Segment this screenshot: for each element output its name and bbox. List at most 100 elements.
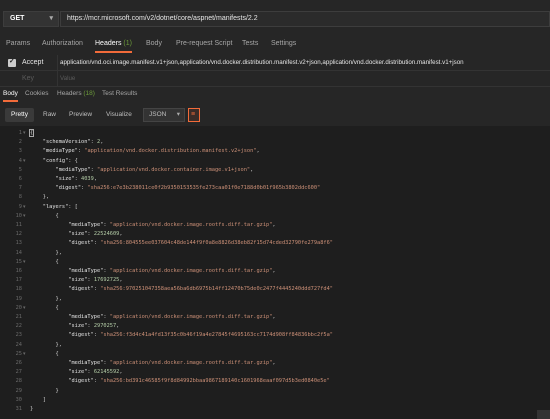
wrap-lines-button[interactable]: ≡ [188,108,200,122]
request-bar: GET ▾ https://mcr.microsoft.com/v2/dotne… [0,0,550,37]
tab-settings[interactable]: Settings [271,37,296,53]
tab-response-headers[interactable]: Headers (18) [57,88,95,102]
code-token: "schemaVersion" [42,139,91,146]
scrollbar-corner[interactable] [537,410,550,419]
tab-label: Pre-request Script [176,40,233,47]
fold-arrow-icon[interactable]: ▾ [23,203,28,212]
format-label: JSON [149,111,167,118]
tab-test-results[interactable]: Test Results [102,88,137,102]
line-number: 5 [18,166,22,173]
response-body-editor[interactable]: 1 ▾{2 "schemaVersion": 2, 3 "mediaType": "… [0,126,550,419]
code-line: "size": 4039, [30,175,98,184]
code-line: "size": 2970257, [30,322,119,331]
code-token: , [119,369,123,376]
code-token: "layers" [42,203,69,210]
code-line: } [30,387,59,396]
line-number: 23 [15,332,22,339]
tab-tests[interactable]: Tests [242,37,258,53]
tab-headers[interactable]: Headers (1) [95,37,132,53]
code-token: "application/vnd.docker.image.rootfs.dif… [109,314,273,320]
line-number: 24 [15,341,22,348]
tab-body[interactable]: Body [146,37,162,53]
code-line: "digest": "sha256:f3d4c41a4fd13f35c0b46f… [30,331,333,340]
header-key-input[interactable]: Key [22,71,34,87]
preview-button[interactable]: Preview [63,108,98,122]
code-line: "size": 17692725, [30,276,122,285]
url-input[interactable]: https://mcr.microsoft.com/v2/dotnet/core… [60,11,550,27]
fold-arrow-icon[interactable]: ▾ [23,350,28,359]
code-token: "size" [68,323,88,330]
header-value-input[interactable]: Value [60,71,75,87]
code-token: "size" [68,277,88,284]
column-divider [57,55,58,71]
line-number: 8 [18,194,22,201]
code-line: { [30,304,59,313]
code-line: "digest": "sha256:970251047358aea56ba6db… [30,285,333,294]
method-select[interactable]: GET ▾ [3,11,59,27]
raw-button[interactable]: Raw [37,108,62,122]
code-token: } [30,387,59,394]
header-enabled-checkbox[interactable] [8,57,16,67]
chevron-down-icon: ▾ [176,111,180,118]
fold-arrow-icon[interactable]: ▾ [23,304,28,313]
response-toolbar: Pretty Raw Preview Visualize JSON ▾ ≡ [0,108,550,124]
format-select[interactable]: JSON ▾ [143,108,185,122]
pretty-button[interactable]: Pretty [5,108,34,122]
fold-arrow-icon[interactable]: ▾ [23,258,28,267]
code-token: "mediaType" [68,360,104,366]
wrap-lines-icon: ≡ [191,111,196,118]
code-token: "sha256:804555ee037604c48de144f9f0a8e882… [100,240,333,247]
tab-cookies[interactable]: Cookies [25,88,48,102]
code-line: { [30,212,59,221]
header-value[interactable]: application/vnd.oci.image.manifest.v1+js… [60,55,464,71]
code-line: "size": 22524609, [30,230,122,239]
tab-authorization[interactable]: Authorization [42,37,83,53]
tab-label: Cookies [25,90,49,97]
code-line: { [30,258,59,267]
code-token: "application/vnd.docker.image.rootfs.dif… [109,268,273,274]
tab-params[interactable]: Params [6,37,30,53]
code-token: , [93,176,98,182]
code-token: { [30,350,59,357]
code-token: }, [30,249,62,256]
code-token: "sha256:970251047358aea56ba6db6975b14ff1… [100,286,333,293]
code-token: 22524609 [93,231,120,238]
fold-arrow-icon[interactable]: ▾ [23,129,28,138]
code-line: "mediaType": "application/vnd.docker.ima… [30,313,276,322]
code-token: }, [30,295,62,302]
code-token: 62145592 [93,369,120,376]
code-line: } [30,405,33,414]
line-number: 20 [15,304,22,311]
line-number: 7 [18,185,22,192]
fold-arrow-icon[interactable]: ▾ [23,157,28,166]
response-tabs: Body Cookies Headers (18) Test Results [0,88,550,102]
code-line: { [30,129,33,138]
code-line: "size": 62145592, [30,368,123,377]
code-line: { [30,350,59,359]
code-token: "sha256:bd391c46585f9f8d84992bbaa9867189… [100,378,330,385]
code-token: 2970257 [93,323,117,330]
line-number: 15 [15,258,22,265]
tab-label: Body [146,40,162,47]
visualize-button[interactable]: Visualize [100,108,138,122]
chevron-down-icon: ▾ [49,15,53,22]
code-token: , [256,148,260,155]
code-line: }, [30,193,49,202]
line-number: 4 [18,157,22,164]
code-token: "digest" [68,286,94,293]
line-number: 26 [15,360,22,366]
fold-arrow-icon[interactable]: ▾ [23,212,28,221]
tab-pre-request-script[interactable]: Pre-request Script [176,37,232,53]
line-number: 31 [15,406,22,412]
line-number: 27 [15,369,22,376]
header-key[interactable]: Accept [22,55,43,71]
code-token: , [250,166,254,173]
tab-response-body[interactable]: Body [3,88,18,102]
line-number: 19 [15,295,22,302]
code-line: "mediaType": "application/vnd.docker.ima… [30,221,275,230]
code-token: , [272,314,276,320]
line-number: 21 [15,314,22,320]
